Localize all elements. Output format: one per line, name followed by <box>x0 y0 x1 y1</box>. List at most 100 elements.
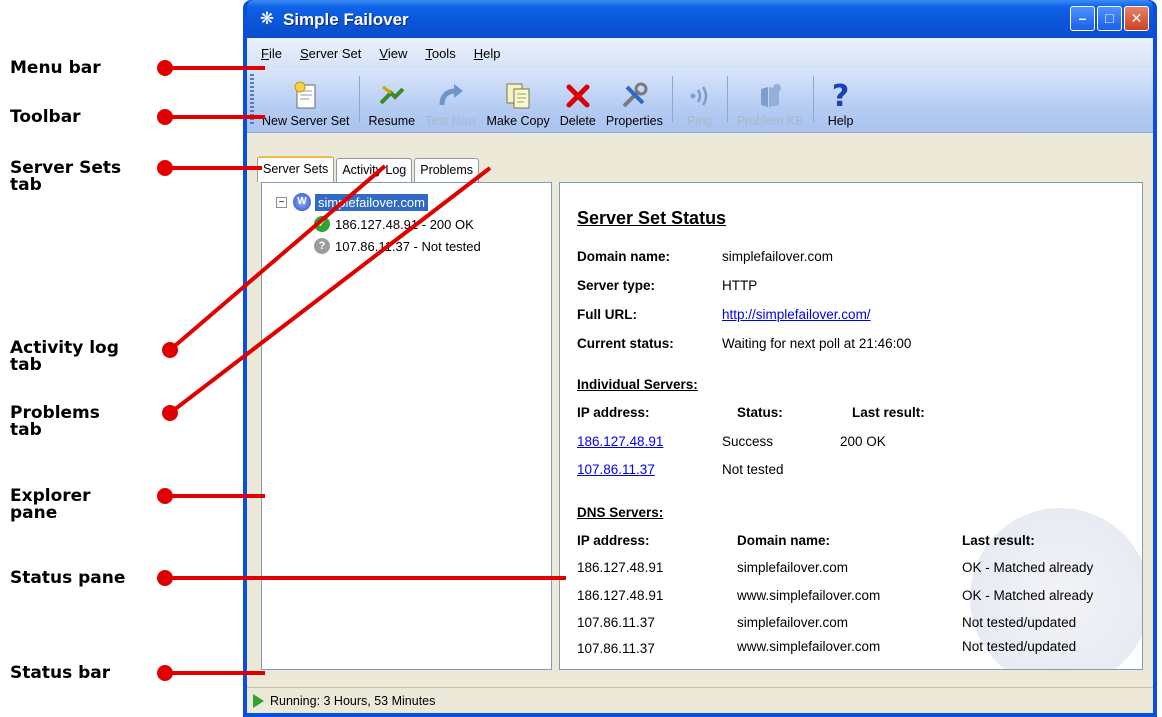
delete-button[interactable]: Delete <box>555 78 601 128</box>
dns-col-ip: IP address: <box>577 533 650 548</box>
globe-icon: W <box>293 193 311 211</box>
domain-name-label: Domain name: <box>577 249 671 264</box>
test-now-label: Test Now <box>425 114 477 128</box>
tools-icon <box>616 78 652 114</box>
callout-dot-status-pane <box>157 570 173 586</box>
status-bar: Running: 3 Hours, 53 Minutes <box>247 687 1153 713</box>
ping-button[interactable]: Ping <box>677 78 723 128</box>
callout-dot-status-bar <box>157 665 173 681</box>
properties-button[interactable]: Properties <box>601 78 668 128</box>
full-url-label: Full URL: <box>577 307 637 322</box>
tab-server-sets[interactable]: Server Sets <box>257 156 335 182</box>
minimize-button[interactable]: – <box>1070 6 1095 31</box>
copy-icon <box>500 78 536 114</box>
client-area: File Server Set View Tools Help New Serv… <box>247 38 1153 713</box>
collapse-icon[interactable]: − <box>276 196 287 208</box>
menu-view[interactable]: View <box>375 46 421 61</box>
knowledge-base-icon <box>752 78 788 114</box>
new-document-icon <box>288 78 324 114</box>
problem-kb-button[interactable]: Problem KB <box>732 78 809 128</box>
toolbar-separator <box>726 76 728 122</box>
title-bar[interactable]: ❋ Simple Failover – □ ✕ <box>247 0 1153 38</box>
domain-name-value: simplefailover.com <box>722 249 834 264</box>
window-title: Simple Failover <box>283 10 409 29</box>
resume-label: Resume <box>368 114 416 128</box>
ping-signal-icon <box>682 78 718 114</box>
individual-servers-heading: Individual Servers: <box>577 377 698 392</box>
toolbar-grip[interactable] <box>250 74 254 126</box>
tab-activity-log[interactable]: Activity Log <box>336 158 413 182</box>
dns-ip: 186.127.48.91 <box>577 560 664 575</box>
callout-server-sets-tab: Server Sets tab <box>10 160 121 194</box>
ping-label: Ping <box>687 114 713 128</box>
check-icon: ✓ <box>314 216 330 232</box>
dns-last-result: OK - Matched already <box>962 560 1094 575</box>
server-type-label: Server type: <box>577 278 656 293</box>
dns-servers-heading: DNS Servers: <box>577 505 664 520</box>
tab-server-sets-label: Server Sets <box>263 162 329 176</box>
properties-label: Properties <box>605 114 663 128</box>
running-play-icon <box>253 693 264 708</box>
status-bar-text: Running: 3 Hours, 53 Minutes <box>270 693 436 708</box>
tree-root-label: simplefailover.com <box>315 193 428 211</box>
individual-ip-link[interactable]: 186.127.48.91 <box>577 434 663 449</box>
app-icon: ❋ <box>259 9 275 28</box>
dns-last-result: OK - Matched already <box>962 588 1094 603</box>
callout-dot-problems-tab <box>162 405 178 421</box>
server-type-value: HTTP <box>722 278 758 293</box>
problem-kb-label: Problem KB <box>736 114 804 128</box>
new-server-set-label: New Server Set <box>262 114 350 128</box>
resume-icon <box>374 78 410 114</box>
redo-arrow-icon <box>433 78 469 114</box>
help-label: Help <box>827 114 854 128</box>
dns-col-domain: Domain name: <box>737 533 831 548</box>
individual-status: Success <box>722 434 774 449</box>
callout-dot-menu-bar <box>157 60 173 76</box>
individual-ip-link[interactable]: 107.86.11.37 <box>577 462 655 477</box>
current-status-label: Current status: <box>577 336 674 351</box>
resume-button[interactable]: Resume <box>364 78 421 128</box>
callout-problems-tab: Problems tab <box>10 405 100 439</box>
close-button[interactable]: ✕ <box>1124 6 1149 31</box>
dns-last-result: Not tested/updated <box>962 615 1077 630</box>
callout-status-bar: Status bar <box>10 663 111 683</box>
help-button[interactable]: ? Help <box>818 78 864 129</box>
question-icon: ? <box>314 238 330 254</box>
dns-col-last-result: Last result: <box>962 533 1035 548</box>
new-server-set-button[interactable]: New Server Set <box>257 78 355 128</box>
question-mark-icon: ? <box>831 78 850 114</box>
current-status-value: Waiting for next poll at 21:46:00 <box>722 336 912 351</box>
individual-col-status: Status: <box>737 405 783 420</box>
dns-ip: 107.86.11.37 <box>577 641 655 656</box>
status-heading: Server Set Status <box>577 208 727 228</box>
menu-tools[interactable]: Tools <box>421 46 469 61</box>
callout-explorer-pane: Explorer pane <box>10 488 91 522</box>
individual-last-result: 200 OK <box>840 434 886 449</box>
tree-root[interactable]: − W simplefailover.com <box>276 191 481 213</box>
tab-problems[interactable]: Problems <box>414 158 480 182</box>
make-copy-button[interactable]: Make Copy <box>481 78 554 128</box>
tree-item[interactable]: ✓ 186.127.48.91 - 200 OK <box>314 213 481 235</box>
full-url-link[interactable]: http://simplefailover.com/ <box>722 307 871 322</box>
menu-bar: File Server Set View Tools Help <box>247 38 1153 68</box>
app-window: ❋ Simple Failover – □ ✕ File Server Set … <box>243 0 1157 717</box>
toolbar-separator <box>812 76 814 122</box>
menu-file[interactable]: File <box>257 46 296 61</box>
menu-server-set[interactable]: Server Set <box>296 46 375 61</box>
toolbar-separator <box>358 76 360 122</box>
server-set-tree: − W simplefailover.com ✓ 186.127.48.91 -… <box>276 191 481 257</box>
test-now-button[interactable]: Test Now <box>420 78 481 128</box>
maximize-button[interactable]: □ <box>1097 6 1122 31</box>
toolbar: New Server Set Resume Test Now Make Copy <box>247 68 1153 133</box>
dns-domain: www.simplefailover.com <box>737 639 881 654</box>
toolbar-separator <box>671 76 673 122</box>
menu-help[interactable]: Help <box>470 46 515 61</box>
delete-label: Delete <box>559 114 596 128</box>
tree-item[interactable]: ? 107.86.11.37 - Not tested <box>314 235 481 257</box>
dns-domain: www.simplefailover.com <box>737 588 881 603</box>
callout-activity-log-line2: tab <box>10 355 42 375</box>
callout-dot-toolbar <box>157 109 173 125</box>
callout-toolbar: Toolbar <box>10 107 81 127</box>
individual-col-ip: IP address: <box>577 405 650 420</box>
explorer-pane[interactable]: − W simplefailover.com ✓ 186.127.48.91 -… <box>261 182 552 670</box>
